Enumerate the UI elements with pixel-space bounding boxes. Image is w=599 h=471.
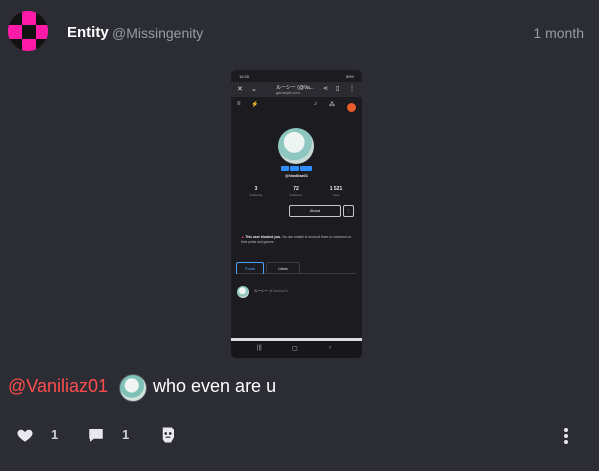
comment-icon[interactable] [87, 426, 105, 444]
author-name[interactable]: Entity [67, 24, 109, 41]
mention-avatar[interactable] [119, 374, 147, 402]
phone-menu-icon: ≡ [237, 101, 241, 107]
author-avatar[interactable] [8, 11, 48, 51]
phone-profile-subtitle: ····· [294, 179, 299, 183]
attached-screenshot[interactable]: 16:35 59% ✕ ⌄ ルーシー (@Va... gamejolt.com … [231, 70, 362, 358]
author-handle[interactable]: @Missingenity [112, 25, 203, 41]
share-icon[interactable] [159, 426, 177, 444]
more-vertical-icon[interactable] [561, 427, 571, 445]
phone-profile-picture [278, 128, 314, 164]
phone-block-notice: ▲ This user blocked you. You are unable … [241, 235, 352, 244]
phone-chevron-down-icon: ⌄ [251, 86, 257, 93]
phone-recents-icon: ||| [257, 345, 262, 351]
phone-gamejolt-logo-icon: ⚡ [251, 102, 259, 108]
phone-profile-more-icon: ⋮ [343, 205, 354, 217]
phone-bookmark-icon: ▯ [336, 86, 340, 92]
phone-status-battery: 59% [345, 73, 354, 79]
phone-stat-likes: 1 521 Likes [329, 186, 343, 197]
phone-page-url: gamejolt.com [276, 90, 300, 95]
phone-stat-followers: 72 Followers [289, 186, 303, 197]
phone-post-avatar [237, 286, 249, 298]
phone-tab-likes: Likes [266, 262, 300, 274]
phone-post-row: ルーシー @Vaniliaz01 ·· [235, 284, 359, 304]
phone-site-nav: ≡ ⚡ ♪ ⁂ [231, 98, 362, 112]
phone-status-time: 16:35 [239, 73, 250, 79]
phone-activity-icon: ⁂ [329, 102, 335, 108]
phone-status-bar: 16:35 59% [231, 70, 362, 82]
post-timestamp[interactable]: 1 month [533, 25, 584, 41]
mention-link[interactable]: @Vaniliaz01 [8, 376, 108, 397]
phone-user-avatar [347, 103, 356, 112]
phone-warning-icon: ▲ [241, 235, 245, 239]
phone-bell-icon: ♪ [314, 101, 317, 107]
phone-close-icon: ✕ [237, 86, 243, 93]
phone-back-icon: ‹ [329, 345, 331, 351]
phone-browser-bar: ✕ ⌄ ルーシー (@Va... gamejolt.com ⋖ ▯ ⋮ [231, 82, 362, 97]
phone-profile-badges [281, 166, 312, 171]
post-text: who even are u [153, 376, 277, 396]
like-count[interactable]: 1 [51, 427, 58, 442]
phone-post-time: ·· [352, 289, 355, 293]
phone-home-icon: ▢ [292, 346, 298, 352]
phone-share-icon: ⋖ [323, 86, 329, 92]
phone-stat-following: 3 Following [249, 186, 263, 197]
phone-profile-handle: @Vaniliaz01 [284, 173, 309, 178]
comment-count[interactable]: 1 [122, 427, 129, 442]
phone-more-icon: ⋮ [349, 86, 355, 92]
phone-tab-posts: Posts [236, 262, 264, 274]
phone-system-nav: ||| ▢ ‹ [231, 341, 362, 358]
phone-about-button: About [289, 205, 341, 217]
heart-icon[interactable] [16, 426, 34, 444]
phone-profile-tabs: Posts Likes [236, 262, 356, 274]
phone-post-author: ルーシー @Vaniliaz01 [254, 289, 289, 293]
